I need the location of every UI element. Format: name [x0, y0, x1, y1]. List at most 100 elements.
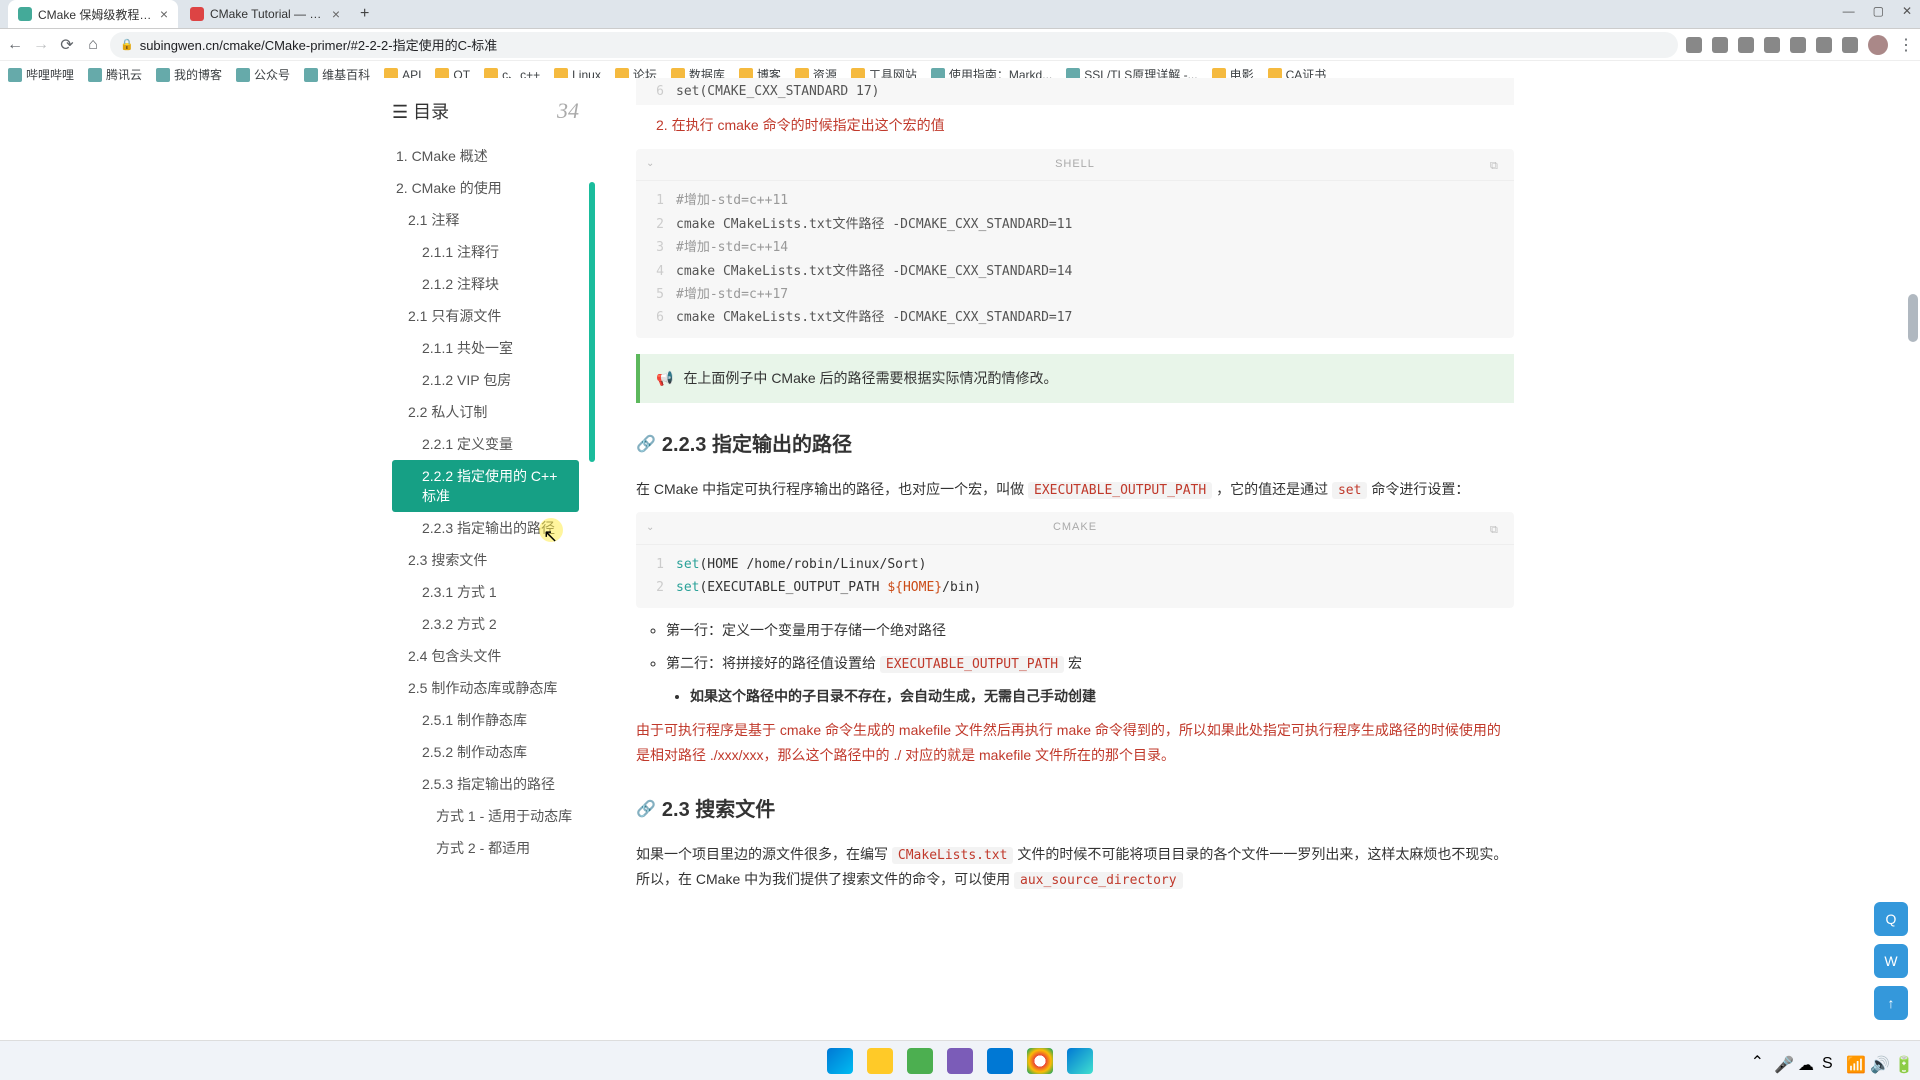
- page-scrollbar[interactable]: [1906, 78, 1920, 1040]
- forward-button[interactable]: →: [32, 36, 50, 54]
- bookmark-item[interactable]: 维基百科: [304, 66, 370, 83]
- line-number: 3: [636, 236, 676, 259]
- window-controls[interactable]: — ▢ ✕: [1843, 4, 1912, 18]
- app-icon[interactable]: [907, 1048, 933, 1074]
- new-tab-button[interactable]: +: [352, 5, 377, 23]
- volume-icon[interactable]: 🔊: [1870, 1055, 1884, 1069]
- collapse-icon[interactable]: ⌄: [646, 519, 655, 537]
- qq-share-button[interactable]: Q: [1874, 902, 1908, 936]
- bookmark-item[interactable]: 公众号: [236, 66, 290, 83]
- scrollbar-thumb[interactable]: [589, 182, 595, 462]
- code-text: #增加-std=c++17: [676, 283, 1514, 306]
- collapse-icon[interactable]: ⌄: [646, 155, 655, 173]
- tray-icon[interactable]: S: [1822, 1055, 1836, 1069]
- windows-taskbar[interactable]: [0, 1040, 1920, 1080]
- maximize-icon[interactable]: ▢: [1873, 4, 1884, 18]
- toc-item[interactable]: 2.5.3 指定输出的路径: [392, 768, 579, 800]
- code-block-cmake: ⌄ CMAKE ⧉ 1 set(HOME /home/robin/Linux/S…: [636, 512, 1514, 608]
- minimize-icon[interactable]: —: [1843, 4, 1855, 18]
- wifi-icon[interactable]: 📶: [1846, 1055, 1860, 1069]
- address-bar[interactable]: 🔒 subingwen.cn/cmake/CMake-primer/#2-2-2…: [110, 32, 1678, 58]
- page-icon: [236, 68, 250, 82]
- toc-item[interactable]: 2.2.2 指定使用的 C++ 标准: [392, 460, 579, 512]
- vscode-icon[interactable]: [987, 1048, 1013, 1074]
- wechat-share-button[interactable]: W: [1874, 944, 1908, 978]
- tray-icon[interactable]: ☁: [1798, 1055, 1812, 1069]
- browser-tab-active[interactable]: CMake 保姆级教程（上）| 爱编程 ×: [8, 0, 178, 28]
- visual-studio-icon[interactable]: [947, 1048, 973, 1074]
- code-line: 1#增加-std=c++11: [636, 189, 1514, 212]
- toc-item[interactable]: 2.1.2 VIP 包房: [392, 364, 579, 396]
- section-heading-223: 🔗 2.2.3 指定输出的路径: [636, 427, 1514, 463]
- browser-tab[interactable]: CMake Tutorial — CMake 3.2 ×: [180, 0, 350, 28]
- toc-count: 34: [557, 98, 579, 124]
- battery-icon[interactable]: 🔋: [1894, 1055, 1908, 1069]
- toc-item[interactable]: 2.2.3 指定输出的路径: [392, 512, 579, 544]
- extension-icon[interactable]: [1816, 37, 1832, 53]
- toc-item[interactable]: 2.3.1 方式 1: [392, 576, 579, 608]
- toc-item[interactable]: 2.4 包含头文件: [392, 640, 579, 672]
- code-text: cmake CMakeLists.txt文件路径 -DCMAKE_CXX_STA…: [676, 213, 1514, 236]
- toc-header: ☰ 目录 34: [392, 98, 579, 124]
- profile-avatar[interactable]: [1868, 35, 1888, 55]
- copy-icon[interactable]: ⧉: [1490, 521, 1504, 535]
- toc-item[interactable]: 1. CMake 概述: [392, 140, 579, 172]
- extension-icon[interactable]: [1686, 37, 1702, 53]
- line-number: 6: [636, 306, 676, 329]
- start-button[interactable]: [827, 1048, 853, 1074]
- toc-item[interactable]: 2.2 私人订制: [392, 396, 579, 428]
- toc-item[interactable]: 2.3.2 方式 2: [392, 608, 579, 640]
- code-text: #增加-std=c++14: [676, 236, 1514, 259]
- code-line: 6 set(CMAKE_CXX_STANDARD 17): [636, 78, 1514, 105]
- url-text: subingwen.cn/cmake/CMake-primer/#2-2-2-指…: [140, 35, 498, 54]
- system-tray[interactable]: ⌃ 🎤 ☁ S 📶 🔊 🔋: [1751, 1052, 1908, 1072]
- toc-item[interactable]: 方式 1 - 适用于动态库: [392, 800, 579, 832]
- code-line: 3#增加-std=c++14: [636, 236, 1514, 259]
- toc-item[interactable]: 2.1.1 共处一室: [392, 332, 579, 364]
- extension-icon[interactable]: [1712, 37, 1728, 53]
- paragraph: 如果一个项目里边的源文件很多，在编写 CMakeLists.txt 文件的时候不…: [636, 842, 1514, 893]
- bookmark-label: 我的博客: [174, 66, 222, 83]
- toc-item[interactable]: 2.3 搜索文件: [392, 544, 579, 576]
- extension-icon[interactable]: [1764, 37, 1780, 53]
- bullhorn-icon: 📢: [656, 366, 673, 391]
- toc-item[interactable]: 2.2.1 定义变量: [392, 428, 579, 460]
- toc-item[interactable]: 2.1.2 注释块: [392, 268, 579, 300]
- link-icon[interactable]: 🔗: [636, 431, 656, 460]
- chevron-up-icon[interactable]: ⌃: [1751, 1052, 1764, 1072]
- bullet-list: 第一行：定义一个变量用于存储一个绝对路径 第二行：将拼接好的路径值设置给 EXE…: [666, 618, 1514, 710]
- close-window-icon[interactable]: ✕: [1902, 4, 1912, 18]
- scrollbar-thumb[interactable]: [1908, 294, 1918, 342]
- extension-icon[interactable]: [1790, 37, 1806, 53]
- toc-item[interactable]: 2.1.1 注释行: [392, 236, 579, 268]
- menu-icon[interactable]: ⋮: [1898, 35, 1914, 55]
- puzzle-icon[interactable]: [1842, 37, 1858, 53]
- close-icon[interactable]: ×: [332, 6, 340, 22]
- link-icon[interactable]: 🔗: [636, 796, 656, 825]
- toc-item[interactable]: 2.5.2 制作动态库: [392, 736, 579, 768]
- edge-icon[interactable]: [1067, 1048, 1093, 1074]
- bookmark-item[interactable]: 哔哩哔哩: [8, 66, 74, 83]
- chrome-icon[interactable]: [1027, 1048, 1053, 1074]
- code-lang-label: SHELL: [1055, 155, 1095, 175]
- toc-item[interactable]: 2.1 只有源文件: [392, 300, 579, 332]
- line-number: 2: [636, 576, 676, 599]
- toc-item[interactable]: 2.1 注释: [392, 204, 579, 236]
- close-icon[interactable]: ×: [160, 6, 168, 22]
- favicon-icon: [18, 7, 32, 21]
- back-button[interactable]: ←: [6, 36, 24, 54]
- bookmark-item[interactable]: 腾讯云: [88, 66, 142, 83]
- sidebar-scrollbar[interactable]: [589, 78, 595, 1080]
- reload-button[interactable]: ⟳: [58, 36, 76, 54]
- toc-item[interactable]: 2.5.1 制作静态库: [392, 704, 579, 736]
- copy-icon[interactable]: ⧉: [1490, 157, 1504, 171]
- extension-icon[interactable]: [1738, 37, 1754, 53]
- bookmark-item[interactable]: 我的博客: [156, 66, 222, 83]
- toc-item[interactable]: 2. CMake 的使用: [392, 172, 579, 204]
- file-explorer-icon[interactable]: [867, 1048, 893, 1074]
- toc-item[interactable]: 方式 2 - 都适用: [392, 832, 579, 864]
- toc-item[interactable]: 2.5 制作动态库或静态库: [392, 672, 579, 704]
- tray-icon[interactable]: 🎤: [1774, 1055, 1788, 1069]
- home-button[interactable]: ⌂: [84, 36, 102, 54]
- back-to-top-button[interactable]: ↑: [1874, 986, 1908, 1020]
